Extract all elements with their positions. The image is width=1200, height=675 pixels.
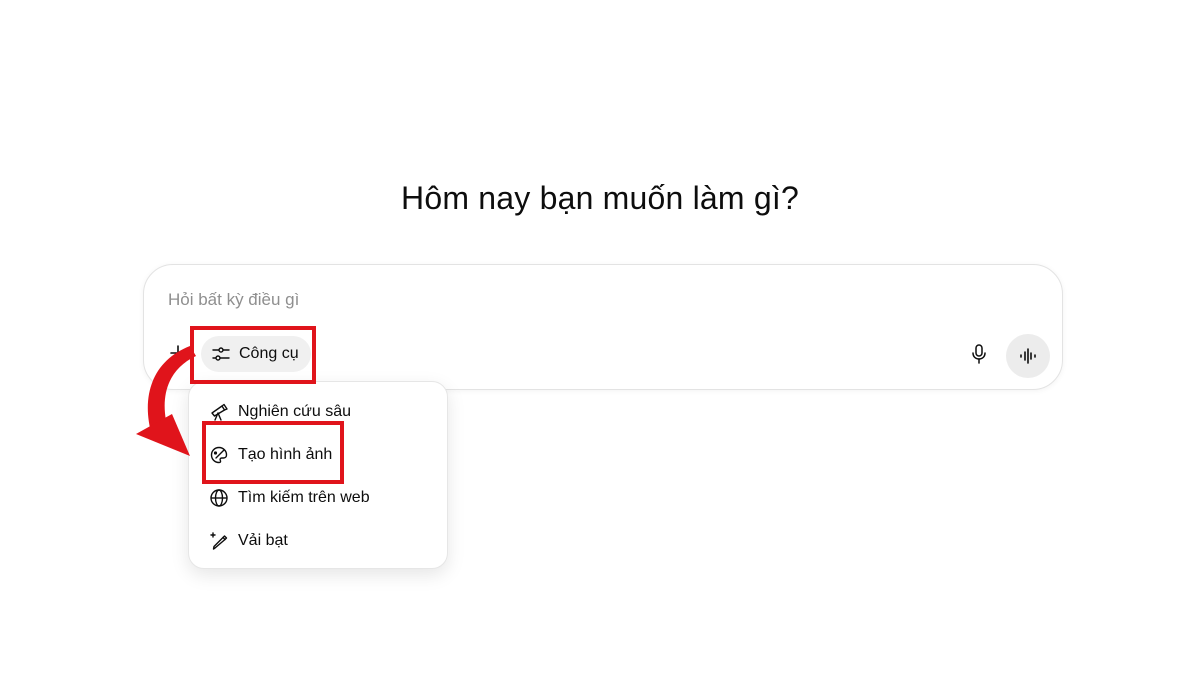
page-heading: Hôm nay bạn muốn làm gì?: [401, 180, 799, 216]
tools-button-label: Công cụ: [239, 345, 299, 362]
telescope-icon: [209, 402, 229, 422]
menu-item-deep-research[interactable]: Nghiên cứu sâu: [199, 395, 439, 429]
menu-item-label: Nghiên cứu sâu: [238, 403, 351, 420]
plus-icon: [170, 345, 186, 361]
menu-item-label: Tìm kiếm trên web: [238, 489, 370, 506]
microphone-icon: [972, 344, 986, 364]
menu-item-web-search[interactable]: Tìm kiếm trên web: [199, 481, 439, 515]
tools-menu: Nghiên cứu sâu Tạo hình ảnh Tìm kiếm trê…: [188, 381, 448, 569]
menu-item-canvas[interactable]: Vải bạt: [199, 524, 439, 558]
prompt-input[interactable]: [168, 287, 928, 313]
sliders-icon: [212, 347, 230, 361]
canvas-pen-icon: [209, 531, 229, 551]
add-attachment-button[interactable]: [166, 341, 190, 365]
app-stage: Hôm nay bạn muốn làm gì? Công cụ: [0, 0, 1200, 675]
tools-button[interactable]: Công cụ: [201, 336, 311, 372]
menu-item-create-image[interactable]: Tạo hình ảnh: [199, 438, 439, 472]
menu-item-label: Tạo hình ảnh: [238, 446, 333, 463]
palette-icon: [209, 445, 229, 465]
menu-item-label: Vải bạt: [238, 532, 288, 549]
prompt-composer: Công cụ: [143, 264, 1063, 390]
globe-icon: [209, 488, 229, 508]
dictate-button[interactable]: [966, 341, 992, 367]
voice-waveform-icon: [1020, 348, 1036, 364]
voice-mode-button[interactable]: [1006, 334, 1050, 378]
